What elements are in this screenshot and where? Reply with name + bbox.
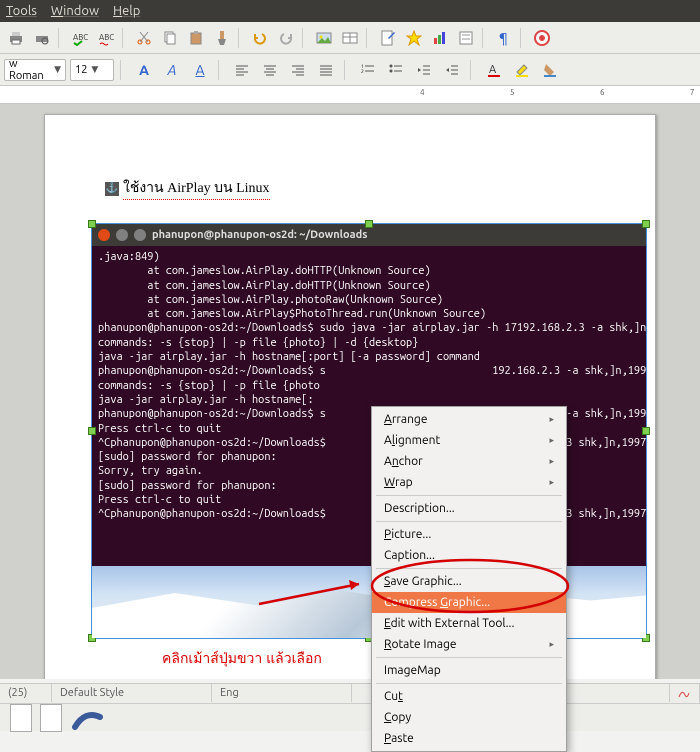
thumbnail[interactable] [10, 704, 32, 732]
pen-icon [70, 705, 110, 731]
menu-window[interactable]: Window [51, 4, 99, 18]
ctx-alignment[interactable]: Alignment▸ [372, 430, 566, 451]
font-size-combo[interactable]: 12▼ [70, 59, 114, 81]
align-left-icon[interactable] [230, 58, 254, 82]
status-style[interactable]: Default Style [52, 684, 212, 702]
ctx-imagemap[interactable]: ImageMap [372, 660, 566, 681]
redo-icon[interactable] [274, 26, 298, 50]
pilcrow-icon[interactable]: ¶ [492, 26, 516, 50]
paste-icon[interactable] [184, 26, 208, 50]
highlight-icon[interactable] [510, 58, 534, 82]
underline-icon[interactable]: A [188, 58, 212, 82]
menu-tools[interactable]: TToolsools [6, 4, 37, 18]
indent-icon[interactable] [440, 58, 464, 82]
numbered-list-icon[interactable]: 12 [356, 58, 380, 82]
status-page: (25) [0, 684, 52, 702]
close-dot [98, 229, 110, 241]
align-justify-icon[interactable] [314, 58, 338, 82]
thumbnail[interactable] [40, 704, 62, 732]
resize-handle[interactable] [642, 427, 650, 435]
annotation-text: คลิกเม้าส์ปุ่มขวา แล้วเลือก [162, 648, 322, 670]
italic-icon[interactable]: A [160, 58, 184, 82]
ctx-arrange[interactable]: Arrange▸ [372, 409, 566, 430]
resize-handle[interactable] [642, 220, 650, 228]
ctx-save-graphic[interactable]: Save Graphic... [372, 571, 566, 592]
print-preview-icon[interactable] [30, 26, 54, 50]
ctx-compress-graphic[interactable]: Compress Graphic... [372, 592, 566, 613]
format-paintbrush-icon[interactable] [210, 26, 234, 50]
format-toolbar: w Roman▼ 12▼ A A A 12 A [0, 54, 700, 86]
min-dot [116, 229, 128, 241]
resize-handle[interactable] [88, 427, 96, 435]
menubar: TToolsools Window Help [0, 0, 700, 22]
font-name-combo[interactable]: w Roman▼ [4, 59, 66, 81]
status-sig-icon[interactable] [670, 684, 700, 702]
cut-icon[interactable] [132, 26, 156, 50]
form-icon[interactable] [454, 26, 478, 50]
ctx-cut[interactable]: Cut [372, 686, 566, 707]
ctx-rotate-image[interactable]: Rotate Image▸ [372, 634, 566, 655]
ctx-anchor[interactable]: Anchor▸ [372, 451, 566, 472]
document-title-text: ใช้งาน AirPlay บน Linux [123, 177, 270, 200]
outdent-icon[interactable] [412, 58, 436, 82]
svg-text:¶: ¶ [499, 30, 508, 46]
statusbar: (25) Default Style Eng [0, 683, 700, 731]
main-toolbar: ABC ABC ¶ [0, 22, 700, 54]
resize-handle[interactable] [365, 220, 373, 228]
document-title-line: ⚓ ใช้งาน AirPlay บน Linux [105, 177, 270, 200]
align-center-icon[interactable] [258, 58, 282, 82]
slide-thumbnails [0, 704, 700, 732]
spellcheck-icon[interactable]: ABC [68, 26, 92, 50]
ctx-caption[interactable]: Caption... [372, 545, 566, 566]
edit-file-icon[interactable] [376, 26, 400, 50]
context-menu: Arrange▸ Alignment▸ Anchor▸ Wrap▸ Descri… [371, 406, 567, 752]
font-color-icon[interactable]: A [482, 58, 506, 82]
print-icon[interactable] [4, 26, 28, 50]
bg-color-icon[interactable] [538, 58, 562, 82]
table-icon[interactable] [338, 26, 362, 50]
anchor-icon: ⚓ [105, 182, 119, 196]
resize-handle[interactable] [88, 220, 96, 228]
ctx-picture[interactable]: Picture... [372, 524, 566, 545]
svg-text:2: 2 [361, 68, 364, 74]
svg-text:ABC: ABC [73, 33, 88, 42]
ctx-description[interactable]: Description... [372, 498, 566, 519]
undo-icon[interactable] [248, 26, 272, 50]
help-icon[interactable] [530, 26, 554, 50]
ctx-copy[interactable]: Copy [372, 707, 566, 728]
star-icon[interactable] [402, 26, 426, 50]
bullet-list-icon[interactable] [384, 58, 408, 82]
image-icon[interactable] [312, 26, 336, 50]
horizontal-ruler: 4 5 6 7 [0, 86, 700, 104]
terminal-title: phanupon@phanupon-os2d: ~/Downloads [152, 229, 367, 241]
auto-spellcheck-icon[interactable]: ABC [94, 26, 118, 50]
menu-help[interactable]: Help [113, 4, 140, 18]
bold-icon[interactable]: A [132, 58, 156, 82]
status-lang[interactable]: Eng [212, 684, 352, 702]
align-right-icon[interactable] [286, 58, 310, 82]
max-dot [134, 229, 146, 241]
chart-icon[interactable] [428, 26, 452, 50]
svg-text:ABC: ABC [99, 33, 114, 42]
ctx-edit-external[interactable]: Edit with External Tool... [372, 613, 566, 634]
ctx-paste[interactable]: Paste [372, 728, 566, 749]
ctx-wrap[interactable]: Wrap▸ [372, 472, 566, 493]
svg-text:A: A [489, 64, 497, 76]
document-area: ⚓ ใช้งาน AirPlay บน Linux phanupon@phanu… [0, 104, 700, 679]
copy-icon[interactable] [158, 26, 182, 50]
